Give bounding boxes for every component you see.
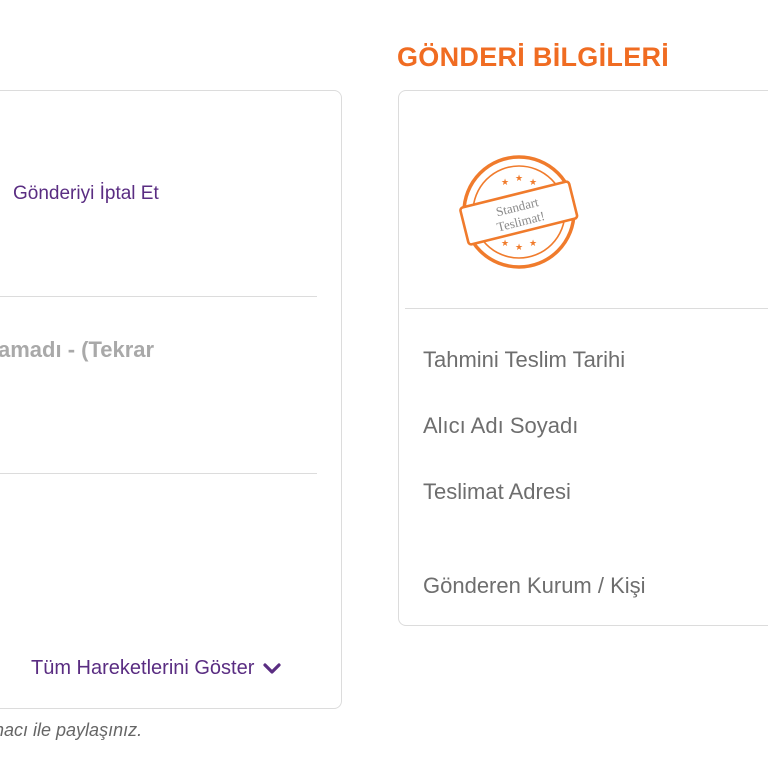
section-title: GÖNDERİ BİLGİLERİ — [397, 42, 670, 72]
svg-text:★: ★ — [529, 239, 537, 249]
divider — [0, 473, 317, 474]
chevron-down-icon — [263, 662, 282, 674]
show-all-movements-button[interactable]: Tüm Hareketlerini Göster — [31, 657, 282, 680]
status-text: amadı - (Tekrar — [0, 337, 155, 362]
sender-label: Gönderen Kurum / Kişi — [423, 573, 646, 598]
delivery-address-label: Teslimat Adresi — [423, 479, 571, 504]
svg-text:★: ★ — [515, 243, 523, 253]
svg-text:★: ★ — [529, 178, 537, 188]
recipient-name-label: Alıcı Adı Soyadı — [423, 413, 579, 438]
show-all-movements-label: Tüm Hareketlerini Göster — [31, 657, 255, 679]
standard-delivery-stamp-icon: ★ ★ ★ ★ ★ ★ Standart Teslimat! — [459, 155, 579, 269]
svg-text:★: ★ — [501, 239, 509, 249]
cancel-shipment-link[interactable]: Gönderiyi İptal Et — [13, 183, 159, 205]
svg-text:★: ★ — [501, 178, 509, 188]
divider — [405, 308, 768, 309]
estimated-delivery-date-label: Tahmini Teslim Tarihi — [423, 347, 626, 372]
svg-text:★: ★ — [515, 174, 523, 184]
footer-note: nacı ile paylaşınız. — [0, 720, 143, 740]
divider — [0, 296, 317, 297]
